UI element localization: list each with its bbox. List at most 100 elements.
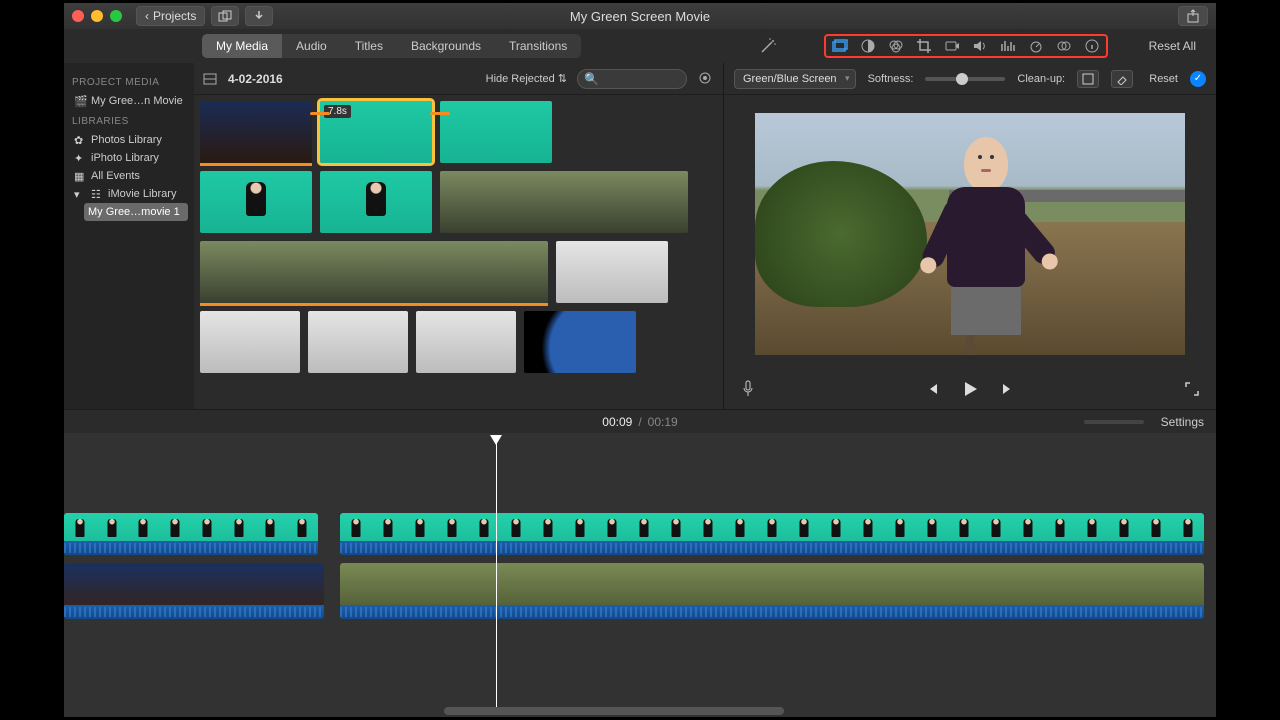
sidebar-photos-library[interactable]: ✿Photos Library <box>70 131 188 149</box>
clip-thumbnail-selected[interactable]: 7.8s <box>320 101 432 163</box>
overlay-settings-bar: Green/Blue Screen Softness: Clean-up: Re… <box>724 63 1216 95</box>
sidebar-heading-libraries: LIBRARIES <box>72 116 188 127</box>
clip-thumbnail[interactable] <box>200 101 312 163</box>
window-controls <box>72 10 122 22</box>
projects-back-button[interactable]: ‹ Projects <box>136 6 205 26</box>
viewer-pane: Green/Blue Screen Softness: Clean-up: Re… <box>724 63 1216 409</box>
softness-label: Softness: <box>868 73 914 85</box>
browser-settings-button[interactable] <box>697 70 715 88</box>
prev-button[interactable] <box>922 379 942 399</box>
adjustments-toolbar <box>824 34 1108 58</box>
clip-thumbnail[interactable] <box>320 171 432 233</box>
sidebar-all-events[interactable]: ▦All Events <box>70 167 188 185</box>
search-input[interactable]: 🔍 <box>577 69 687 89</box>
clip-thumbnail[interactable] <box>556 241 668 303</box>
close-window-button[interactable] <box>72 10 84 22</box>
overlay-reset-button[interactable]: Reset <box>1149 73 1178 85</box>
sidebar-iphoto-library[interactable]: ✦iPhoto Library <box>70 149 188 167</box>
noise-reduction-icon[interactable] <box>1000 38 1016 54</box>
clip-audio-waveform <box>340 605 1204 619</box>
playhead[interactable] <box>496 437 497 707</box>
preview-fg-person <box>936 137 1036 337</box>
cleanup-crop-button[interactable] <box>1077 70 1099 88</box>
browser-toolbar: 4-02-2016 Hide Rejected ⇅ 🔍 <box>194 63 723 95</box>
effects-icon[interactable] <box>1056 38 1072 54</box>
timeline-clip-overlay-1[interactable] <box>64 513 318 555</box>
timecode-current: 00:09 <box>602 415 632 429</box>
minimize-window-button[interactable] <box>91 10 103 22</box>
sidebar-project-item[interactable]: 🎬 My Gree…n Movie <box>70 92 188 110</box>
fullscreen-button[interactable] <box>1182 379 1202 399</box>
info-icon[interactable] <box>1084 38 1100 54</box>
list-view-toggle[interactable] <box>202 72 218 86</box>
timeline-settings-button[interactable]: Settings <box>1161 415 1204 429</box>
titlebar: ‹ Projects My Green Screen Movie <box>64 3 1216 29</box>
duration-badge: 7.8s <box>324 105 351 118</box>
clip-audio-waveform <box>64 605 324 619</box>
flower-icon: ✿ <box>74 134 86 146</box>
clip-audio-waveform <box>64 541 318 555</box>
timeline-clip-overlay-2[interactable] <box>340 513 1204 555</box>
upper-pane: PROJECT MEDIA 🎬 My Gree…n Movie LIBRARIE… <box>64 63 1216 409</box>
viewer-canvas <box>724 95 1216 369</box>
import-media-button[interactable] <box>211 6 239 26</box>
timeline-zoom-slider[interactable] <box>1084 420 1144 424</box>
media-browser: 4-02-2016 Hide Rejected ⇅ 🔍 7.8s <box>194 63 724 409</box>
preview-video[interactable] <box>755 113 1185 355</box>
enhance-wand-button[interactable] <box>756 34 780 58</box>
speed-icon[interactable] <box>1028 38 1044 54</box>
color-correct-icon[interactable] <box>888 38 904 54</box>
hide-rejected-dropdown[interactable]: Hide Rejected ⇅ <box>486 72 567 85</box>
overlay-mode-dropdown[interactable]: Green/Blue Screen <box>734 69 856 89</box>
grid-icon: ▦ <box>74 170 86 182</box>
clip-thumbnail[interactable] <box>308 311 408 373</box>
stabilization-icon[interactable] <box>944 38 960 54</box>
sidebar-heading-project: PROJECT MEDIA <box>72 77 188 88</box>
voiceover-mic-button[interactable] <box>738 379 758 399</box>
clip-thumbnail[interactable] <box>524 311 636 373</box>
clip-thumbnail[interactable] <box>200 241 548 303</box>
tab-titles[interactable]: Titles <box>341 34 397 58</box>
tab-my-media[interactable]: My Media <box>202 34 282 58</box>
clip-thumbnail[interactable] <box>440 101 552 163</box>
chevron-left-icon: ‹ <box>145 9 149 23</box>
clip-thumbnail[interactable] <box>440 171 688 233</box>
clip-thumbnail[interactable] <box>200 311 300 373</box>
cleanup-erase-button[interactable] <box>1111 70 1133 88</box>
sidebar-imovie-library[interactable]: ▾☷iMovie Library <box>70 185 188 203</box>
volume-icon[interactable] <box>972 38 988 54</box>
search-icon: 🔍 <box>584 72 599 86</box>
clapperboard-icon: 🎬 <box>74 95 86 107</box>
star-icon: ✦ <box>74 152 86 164</box>
sidebar-event-selected[interactable]: My Gree…movie 1 <box>84 203 188 221</box>
overlay-apply-check[interactable]: ✓ <box>1190 71 1206 87</box>
clip-thumbnails: 7.8s <box>194 95 723 409</box>
transport-controls <box>724 369 1216 409</box>
fullscreen-window-button[interactable] <box>110 10 122 22</box>
updown-icon: ⇅ <box>558 73 567 85</box>
color-balance-icon[interactable] <box>860 38 876 54</box>
clip-thumbnail[interactable] <box>200 171 312 233</box>
next-button[interactable] <box>998 379 1018 399</box>
tab-backgrounds[interactable]: Backgrounds <box>397 34 495 58</box>
tab-transitions[interactable]: Transitions <box>495 34 581 58</box>
reset-all-button[interactable]: Reset All <box>1141 35 1204 57</box>
cleanup-label: Clean-up: <box>1017 73 1065 85</box>
timecode-sep: / <box>638 415 641 429</box>
clip-thumbnail[interactable] <box>416 311 516 373</box>
video-overlay-icon[interactable] <box>832 38 848 54</box>
timecode-duration: 00:19 <box>648 415 678 429</box>
timeline-clip-primary-1[interactable] <box>64 563 324 619</box>
tab-audio[interactable]: Audio <box>282 34 341 58</box>
softness-slider[interactable] <box>925 77 1005 81</box>
clip-audio-waveform <box>340 541 1204 555</box>
timeline[interactable] <box>64 433 1216 717</box>
timecode-row: 00:09 / 00:19 Settings <box>64 409 1216 433</box>
timeline-scrollbar[interactable] <box>444 707 784 715</box>
share-button[interactable] <box>1178 6 1208 26</box>
timeline-clip-primary-2[interactable] <box>340 563 1204 619</box>
event-date: 4-02-2016 <box>228 72 283 86</box>
download-button[interactable] <box>245 6 273 26</box>
crop-icon[interactable] <box>916 38 932 54</box>
library-icon: ☷ <box>91 188 103 200</box>
